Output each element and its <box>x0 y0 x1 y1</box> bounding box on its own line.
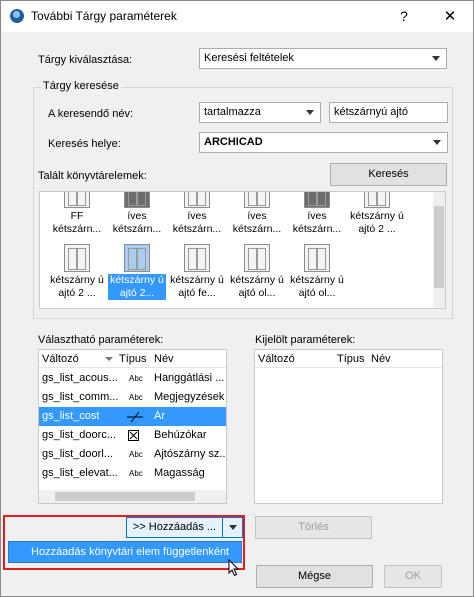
door-thumbnail <box>244 192 270 208</box>
table-row[interactable]: gs_list_comm... Abc Megjegyzések <box>39 388 226 407</box>
title-bar: További Tárgy paraméterek ? ✕ <box>1 1 473 32</box>
cost-icon <box>127 411 143 426</box>
name-label: A keresendő név: <box>48 108 134 120</box>
name-search-input[interactable]: kétszárnyú ajtó <box>329 102 448 123</box>
column-header-type[interactable]: Típus <box>119 353 147 365</box>
library-item[interactable]: kétszárny ú ajtó ol... <box>228 244 286 300</box>
cancel-button[interactable]: Mégse <box>256 565 373 588</box>
object-select-label: Tárgy kiválasztása: <box>38 54 133 66</box>
library-item[interactable]: íves kétszárn... <box>228 192 286 236</box>
door-thumbnail <box>184 192 210 208</box>
search-button[interactable]: Keresés <box>330 163 447 186</box>
door-thumbnail <box>304 192 330 208</box>
door-thumbnail <box>124 244 150 272</box>
location-dropdown[interactable]: ARCHICAD <box>199 132 448 153</box>
ok-button[interactable]: OK <box>384 565 442 588</box>
horizontal-scrollbar[interactable] <box>39 490 226 503</box>
door-thumbnail <box>244 244 270 272</box>
library-scrollbar[interactable] <box>433 192 445 308</box>
table-row[interactable]: gs_list_doorl... Abc Ajtószárny sz... <box>39 445 226 464</box>
table-row-selected[interactable]: gs_list_cost Ár <box>39 407 226 426</box>
window-title: További Tárgy paraméterek <box>31 9 177 23</box>
location-label: Keresés helye: <box>48 138 121 150</box>
object-select-value: Keresési feltételek <box>204 52 294 64</box>
door-thumbnail <box>124 192 150 208</box>
match-type-dropdown[interactable]: tartalmazza <box>199 102 321 123</box>
scroll-thumb[interactable] <box>55 492 195 501</box>
door-thumbnail <box>64 244 90 272</box>
table-row[interactable]: gs_list_acous... Abc Hanggátlási ... <box>39 369 226 388</box>
object-select-dropdown[interactable]: Keresési feltételek <box>199 48 447 69</box>
library-item[interactable]: FF kétszárn... <box>48 192 106 236</box>
column-header-variable[interactable]: Változó <box>258 353 295 365</box>
dialog-window: További Tárgy paraméterek ? ✕ Tárgy kivá… <box>0 0 474 597</box>
library-item-selected[interactable]: kétszárny ú ajtó 2... <box>108 244 166 300</box>
checkbox-type-icon <box>128 430 139 444</box>
library-item[interactable]: kétszárny ú ajtó 2 ... <box>348 192 406 236</box>
archicad-app-icon <box>10 9 24 23</box>
help-button[interactable]: ? <box>385 1 423 32</box>
library-item[interactable]: íves kétszárn... <box>168 192 226 236</box>
table-header: Változó Típus Név <box>255 350 442 368</box>
mouse-cursor-icon <box>228 559 240 577</box>
library-items-grid: FF kétszárn... íves kétszárn... íves két… <box>39 191 446 309</box>
delete-button[interactable]: Törlés <box>255 516 372 539</box>
scroll-thumb[interactable] <box>434 206 444 288</box>
chevron-down-icon <box>432 56 440 61</box>
search-group-title: Tárgy keresése <box>41 80 121 92</box>
table-header: Változó Típus Név <box>39 350 226 368</box>
available-params-label: Választható paraméterek: <box>38 334 164 346</box>
found-items-label: Talált könyvtárelemek: <box>38 170 147 182</box>
table-row[interactable]: gs_list_doorc... Behúzókar <box>39 426 226 445</box>
location-value: ARCHICAD <box>204 136 263 148</box>
match-type-value: tartalmazza <box>204 106 261 118</box>
library-item[interactable]: íves kétszárn... <box>288 192 346 236</box>
library-item[interactable]: kétszárny ú ajtó fe... <box>168 244 226 300</box>
table-row[interactable]: gs_list_elevat... Abc Magasság <box>39 464 226 483</box>
column-header-name[interactable]: Név <box>371 353 391 365</box>
door-thumbnail <box>64 192 90 208</box>
available-params-table: Változó Típus Név gs_list_acous... Abc H… <box>38 349 227 504</box>
door-thumbnail <box>184 244 210 272</box>
chevron-down-icon <box>306 110 314 115</box>
door-thumbnail <box>364 192 390 208</box>
library-item[interactable]: kétszárny ú ajtó 2 ... <box>48 244 106 300</box>
close-button[interactable]: ✕ <box>431 1 469 32</box>
sort-arrow-icon <box>105 357 113 361</box>
column-header-variable[interactable]: Változó <box>42 353 79 365</box>
column-header-type[interactable]: Típus <box>337 353 365 365</box>
chevron-down-icon <box>433 140 441 145</box>
column-header-name[interactable]: Név <box>154 353 174 365</box>
library-item[interactable]: kétszárny ú ajtó ol... <box>288 244 346 300</box>
selected-params-label: Kijelölt paraméterek: <box>255 334 356 346</box>
selected-params-table: Változó Típus Név <box>254 349 443 504</box>
highlight-annotation-box <box>3 515 245 570</box>
library-item[interactable]: íves kétszárn... <box>108 192 166 236</box>
door-thumbnail <box>304 244 330 272</box>
